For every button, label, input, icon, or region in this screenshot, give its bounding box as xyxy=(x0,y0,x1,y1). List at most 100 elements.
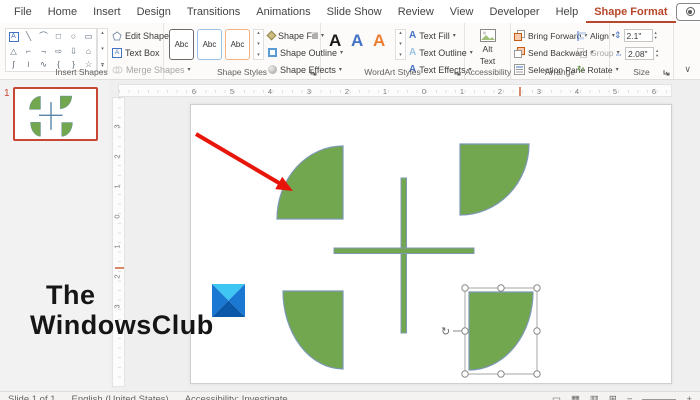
v-ruler-number: 1 xyxy=(112,244,122,249)
menu-tabs: File Home Insert Design Transitions Anim… xyxy=(0,0,676,23)
quarter-circle-top-right[interactable] xyxy=(459,143,530,216)
menu-tab-home[interactable]: Home xyxy=(40,2,85,23)
menu-tab-file[interactable]: File xyxy=(6,2,40,23)
down-arrow-shape-icon[interactable]: ⇩ xyxy=(70,46,77,56)
elbow-connector-shape-icon[interactable]: ⌐ xyxy=(26,46,31,56)
zoom-out-button[interactable]: − xyxy=(627,394,633,400)
slide-thumbnail[interactable] xyxy=(13,87,98,141)
ribbon: A ╲ ⌒ □ ○ ▭ △ ⌐ ¬ ⇨ ⇩ ⌂ ʃ ≀ ∿ { } ☆ ▴ ▾ … xyxy=(0,23,700,80)
width-step-down-icon[interactable]: ▾ xyxy=(656,53,658,59)
resize-handle-top-left[interactable] xyxy=(461,284,469,292)
slide-editing-area: 6 5 4 3 2 1 0 1 2 3 4 5 6 3 2 1 0 1 2 3 … xyxy=(110,80,700,391)
cross-shape-vertical-bar[interactable] xyxy=(400,177,407,334)
shape-style-preview-1[interactable]: Abc xyxy=(169,29,194,60)
vertical-ruler-ticks xyxy=(118,98,121,386)
horizontal-ruler[interactable]: 6 5 4 3 2 1 0 1 2 3 4 5 6 xyxy=(118,84,672,97)
resize-handle-bottom-left[interactable] xyxy=(461,370,469,378)
menu-tab-shape-format[interactable]: Shape Format xyxy=(586,2,676,23)
arc-shape-icon[interactable]: ⌒ xyxy=(39,32,48,41)
shape-style-preview-2[interactable]: Abc xyxy=(197,29,222,60)
wordart-dialog-launcher[interactable] xyxy=(454,69,461,76)
wordart-styles-scrollbar[interactable]: ▴ ▾ ▾ xyxy=(395,29,406,60)
menu-tab-design[interactable]: Design xyxy=(129,2,179,23)
width-stepper[interactable]: ▴ ▾ xyxy=(656,48,658,59)
rounded-rectangle-shape-icon[interactable]: ▭ xyxy=(84,32,92,41)
right-arrow-shape-icon[interactable]: ⇨ xyxy=(55,46,62,56)
slideshow-view-icon[interactable]: ⊞ xyxy=(609,394,617,400)
v-ruler-number: 1 xyxy=(112,184,122,189)
language-status[interactable]: English (United States) xyxy=(72,394,169,400)
shape-styles-dialog-launcher[interactable] xyxy=(310,69,317,76)
resize-handle-bottom-right[interactable] xyxy=(533,370,541,378)
height-stepper[interactable]: ▴ ▾ xyxy=(655,30,657,41)
resize-handle-bottom-center[interactable] xyxy=(497,370,505,378)
styles-scroll-up-icon[interactable]: ▴ xyxy=(257,31,260,36)
shape-width-input[interactable]: 2.08" xyxy=(625,47,654,60)
menu-tab-review[interactable]: Review xyxy=(390,2,442,23)
oval-shape-icon[interactable]: ○ xyxy=(71,32,76,41)
accessibility-status[interactable]: Accessibility: Investigate xyxy=(185,394,288,400)
wordart-more-icon[interactable]: ▾ xyxy=(399,53,402,58)
gallery-scroll-up-icon[interactable]: ▴ xyxy=(101,31,104,36)
horizontal-ruler-ticks xyxy=(119,90,671,93)
shape-fill-label: Shape Fill xyxy=(278,30,319,41)
text-outline-label: Text Outline xyxy=(419,47,467,58)
height-step-down-icon[interactable]: ▾ xyxy=(655,35,657,41)
shape-gallery[interactable]: A ╲ ⌒ □ ○ ▭ △ ⌐ ¬ ⇨ ⇩ ⌂ ʃ ≀ ∿ { } ☆ xyxy=(5,28,97,72)
collapse-ribbon-button[interactable]: ∨ xyxy=(684,64,691,75)
resize-handle-top-right[interactable] xyxy=(533,284,541,292)
text-fill-button[interactable]: A Text Fill ▾ xyxy=(409,29,473,42)
shape-styles-scrollbar[interactable]: ▴ ▾ ▾ xyxy=(253,29,264,60)
record-button[interactable]: Record xyxy=(675,2,700,21)
cross-shape-horizontal-bar[interactable] xyxy=(333,247,475,254)
quarter-circle-bottom-left[interactable] xyxy=(282,290,344,370)
styles-more-icon[interactable]: ▾ xyxy=(257,53,260,58)
menu-tab-insert[interactable]: Insert xyxy=(85,2,129,23)
shape-style-preview-3[interactable]: Abc xyxy=(225,29,250,60)
resize-handle-middle-right[interactable] xyxy=(533,327,541,335)
alt-text-label-line2: Text xyxy=(479,56,496,66)
group-label-shape-styles: Shape Styles xyxy=(216,67,268,77)
home-plate-shape-icon[interactable]: ⌂ xyxy=(86,46,91,56)
text-outline-button[interactable]: A Text Outline ▾ xyxy=(409,46,473,59)
menu-tab-slide-show[interactable]: Slide Show xyxy=(319,2,390,23)
menu-tab-help[interactable]: Help xyxy=(548,2,587,23)
record-icon xyxy=(685,7,695,16)
slide-sorter-view-icon[interactable]: ▦ xyxy=(571,394,580,400)
menu-tab-developer[interactable]: Developer xyxy=(481,2,547,23)
quarter-circle-bottom-right-selected[interactable] xyxy=(468,291,534,371)
menu-tab-animations[interactable]: Animations xyxy=(248,2,318,23)
alt-text-button[interactable]: Alt Text xyxy=(465,29,510,66)
v-ruler-number: 3 xyxy=(112,124,122,129)
styles-scroll-down-icon[interactable]: ▾ xyxy=(257,42,260,47)
v-ruler-number: 3 xyxy=(112,304,122,309)
zoom-in-button[interactable]: + xyxy=(686,394,692,400)
triangle-shape-icon[interactable]: △ xyxy=(10,46,17,56)
line-shape-icon[interactable]: ╲ xyxy=(26,32,31,41)
quarter-circle-top-left[interactable] xyxy=(276,145,344,220)
elbow-arrow-shape-icon[interactable]: ¬ xyxy=(41,46,46,56)
shape-gallery-scrollbar[interactable]: ▴ ▾ ▾ xyxy=(97,28,108,72)
resize-handle-middle-left[interactable] xyxy=(461,327,469,335)
ribbon-group-size: ⇕ 2.1" ▴ ▾ ⇔ 2.08" ▴ ▾ Size xyxy=(610,23,674,79)
shape-height-input[interactable]: 2.1" xyxy=(623,29,653,42)
resize-handle-top-center[interactable] xyxy=(497,284,505,292)
wordart-style-preview-2[interactable]: A xyxy=(351,31,363,51)
rotate-handle-icon[interactable]: ↻ xyxy=(441,326,450,338)
size-dialog-launcher[interactable] xyxy=(663,69,670,76)
wordart-scroll-up-icon[interactable]: ▴ xyxy=(399,31,402,36)
gallery-scroll-down-icon[interactable]: ▾ xyxy=(101,47,104,52)
vertical-ruler[interactable]: 3 2 1 0 1 2 3 xyxy=(112,97,125,387)
wordart-scroll-down-icon[interactable]: ▾ xyxy=(399,42,402,47)
rectangle-shape-icon[interactable]: □ xyxy=(56,32,61,41)
ribbon-group-accessibility: Alt Text Accessibility xyxy=(465,23,511,79)
text-box-shape-icon[interactable]: A xyxy=(8,31,19,42)
menu-tab-transitions[interactable]: Transitions xyxy=(179,2,248,23)
h-ruler-number: 4 xyxy=(267,87,273,96)
normal-view-icon[interactable]: ▭ xyxy=(552,394,561,400)
slide-canvas[interactable]: ↻ xyxy=(190,104,672,384)
wordart-style-preview-1[interactable]: A xyxy=(329,31,341,51)
menu-tab-view[interactable]: View xyxy=(442,2,482,23)
wordart-style-preview-3[interactable]: A xyxy=(373,31,385,51)
reading-view-icon[interactable]: ▥ xyxy=(590,394,599,400)
